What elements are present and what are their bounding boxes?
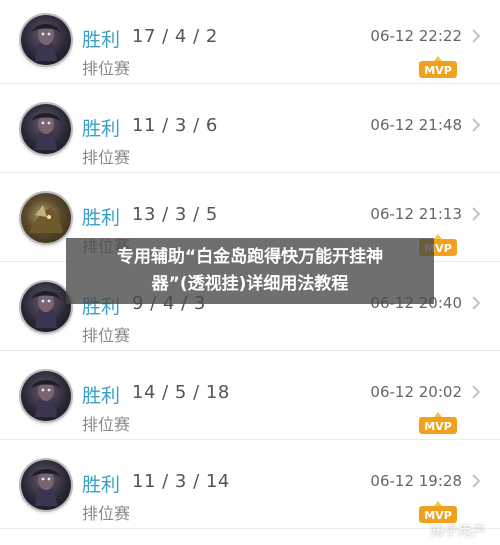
match-result: 胜利 — [82, 118, 121, 140]
watermark: 知乎用户 — [430, 524, 486, 540]
kda-score: 17 / 4 / 2 — [132, 26, 218, 47]
kda-score: 13 / 3 / 5 — [132, 204, 218, 225]
match-row[interactable]: 胜利 11 / 3 / 6 排位赛 06-12 21:48 — [0, 84, 500, 173]
match-result: 胜利 — [82, 29, 121, 51]
hero-avatar — [21, 193, 71, 243]
chevron-right-icon — [472, 474, 481, 488]
match-row[interactable]: 胜利 17 / 4 / 2 排位赛 06-12 22:22 MVP — [0, 0, 500, 84]
kda-score: 14 / 5 / 18 — [132, 382, 230, 403]
svg-text:MVP: MVP — [424, 420, 452, 433]
chevron-right-icon — [472, 207, 481, 221]
match-row[interactable]: 胜利 14 / 5 / 18 排位赛 06-12 20:02 MVP — [0, 351, 500, 440]
chevron-right-icon — [472, 118, 481, 132]
match-result: 胜利 — [82, 474, 121, 496]
hero-avatar — [21, 15, 71, 65]
svg-text:MVP: MVP — [424, 64, 452, 77]
match-result: 胜利 — [82, 207, 121, 229]
game-mode: 排位赛 — [82, 504, 131, 523]
hero-avatar — [21, 104, 71, 154]
title-overlay: 专用辅助“白金岛跑得快万能开挂神 器”(透视挂)详细用法教程 — [66, 238, 434, 304]
game-mode: 排位赛 — [82, 148, 131, 167]
match-time: 06-12 22:22 — [370, 27, 462, 45]
chevron-right-icon — [472, 296, 481, 310]
kda-score: 11 / 3 / 6 — [132, 115, 218, 136]
match-row[interactable]: 胜利 11 / 3 / 14 排位赛 06-12 19:28 MVP — [0, 440, 500, 529]
hero-avatar — [21, 282, 71, 332]
game-mode: 排位赛 — [82, 326, 131, 345]
match-time: 06-12 19:28 — [370, 472, 462, 490]
game-mode: 排位赛 — [82, 415, 131, 434]
hero-avatar — [21, 371, 71, 421]
match-time: 06-12 21:13 — [370, 205, 462, 223]
overlay-line-2: 器”(透视挂)详细用法教程 — [151, 274, 349, 294]
overlay-line-1: 专用辅助“白金岛跑得快万能开挂神 — [116, 247, 384, 267]
hero-avatar — [21, 460, 71, 510]
match-result: 胜利 — [82, 385, 121, 407]
match-time: 06-12 21:48 — [370, 116, 462, 134]
chevron-right-icon — [472, 29, 481, 43]
kda-score: 11 / 3 / 14 — [132, 471, 230, 492]
mvp-badge: MVP — [419, 56, 457, 78]
match-time: 06-12 20:02 — [370, 383, 462, 401]
chevron-right-icon — [472, 385, 481, 399]
game-mode: 排位赛 — [82, 59, 131, 78]
mvp-badge: MVP — [419, 412, 457, 434]
